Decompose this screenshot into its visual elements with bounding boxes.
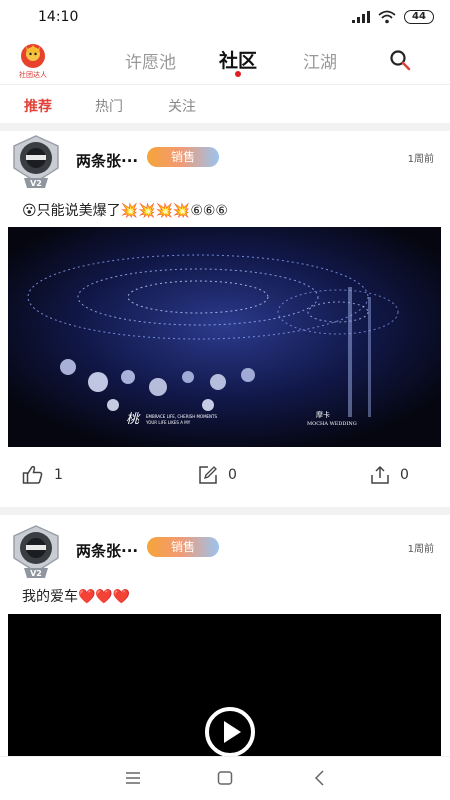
tab-community[interactable]: 社区 — [219, 46, 257, 73]
share-button[interactable]: 0 — [370, 465, 409, 485]
media-caption-line1: EMBRACE LIFE, CHERISH MOMENTS — [146, 414, 217, 419]
thumbs-up-icon — [22, 465, 43, 484]
nav-divider — [0, 84, 450, 85]
role-badge: 销售 — [147, 147, 219, 167]
post-text[interactable]: 我的爱车❤️❤️❤️ — [22, 586, 130, 606]
logo-text: 社团达人 — [19, 70, 47, 79]
share-icon — [371, 465, 389, 484]
back-icon[interactable] — [311, 769, 329, 787]
battery-icon: 44 — [404, 10, 434, 24]
post-image[interactable]: 桃 EMBRACE LIFE, CHERISH MOMENTS YOUR LIF… — [8, 227, 441, 447]
subtab-recommend[interactable]: 推荐 — [24, 96, 52, 116]
post-time: 1周前 — [407, 544, 434, 555]
author-name[interactable]: 两条张··· — [76, 150, 138, 171]
comment-button[interactable]: 0 — [198, 465, 237, 485]
tab-jianghu[interactable]: 江湖 — [303, 48, 337, 73]
avatar[interactable]: V2 — [8, 134, 64, 190]
tab-wishing-pool[interactable]: 许愿池 — [125, 48, 176, 73]
signal-icon — [352, 11, 370, 23]
top-nav: 社团达人 许愿池 社区 江湖 — [0, 38, 450, 82]
post-text[interactable]: 😮只能说美爆了💥💥💥💥⑥⑥⑥ — [22, 200, 228, 220]
post-time: 1周前 — [407, 154, 434, 165]
media-caption-logo: 桃 — [126, 412, 141, 427]
comment-count: 0 — [228, 467, 237, 483]
stage-image: 桃 EMBRACE LIFE, CHERISH MOMENTS YOUR LIF… — [8, 227, 441, 447]
menu-icon[interactable] — [124, 769, 142, 787]
post-video[interactable] — [8, 614, 441, 756]
role-badge: 销售 — [147, 537, 219, 557]
status-icons: 44 — [352, 10, 434, 24]
author-name[interactable]: 两条张··· — [76, 540, 138, 561]
system-nav-bar — [0, 756, 450, 800]
subtab-hot[interactable]: 热门 — [95, 96, 123, 116]
app-logo-icon[interactable]: 社团达人 — [14, 40, 52, 80]
avatar[interactable]: V2 — [8, 524, 64, 580]
like-button[interactable]: 1 — [22, 465, 63, 485]
edit-icon — [199, 466, 217, 484]
post-card[interactable]: V2 两条张··· 销售 1周前 😮只能说美爆了💥💥💥💥⑥⑥⑥ 桃 EMBRAC… — [0, 128, 450, 508]
post-card[interactable]: V2 两条张··· 销售 1周前 我的爱车❤️❤️❤️ — [0, 518, 450, 756]
play-icon[interactable] — [204, 706, 256, 756]
wifi-icon — [378, 10, 396, 24]
status-time: 14:10 — [38, 9, 79, 25]
status-bar: 14:10 44 — [0, 0, 450, 34]
section-divider — [0, 507, 450, 515]
home-icon[interactable] — [216, 769, 234, 787]
media-caption-title: 摩卡 — [316, 410, 330, 419]
level-label: V2 — [30, 569, 42, 578]
search-icon[interactable] — [388, 48, 412, 72]
media-caption-line2: YOUR LIFE LIKES A MY — [145, 420, 191, 425]
active-tab-indicator — [235, 71, 241, 77]
media-caption-brand: MOCHA WEDDING — [307, 421, 357, 427]
level-label: V2 — [30, 179, 42, 188]
post-actions: 1 0 0 — [0, 461, 450, 491]
subtab-follow[interactable]: 关注 — [168, 96, 196, 116]
share-count: 0 — [400, 467, 409, 483]
like-count: 1 — [54, 467, 63, 483]
